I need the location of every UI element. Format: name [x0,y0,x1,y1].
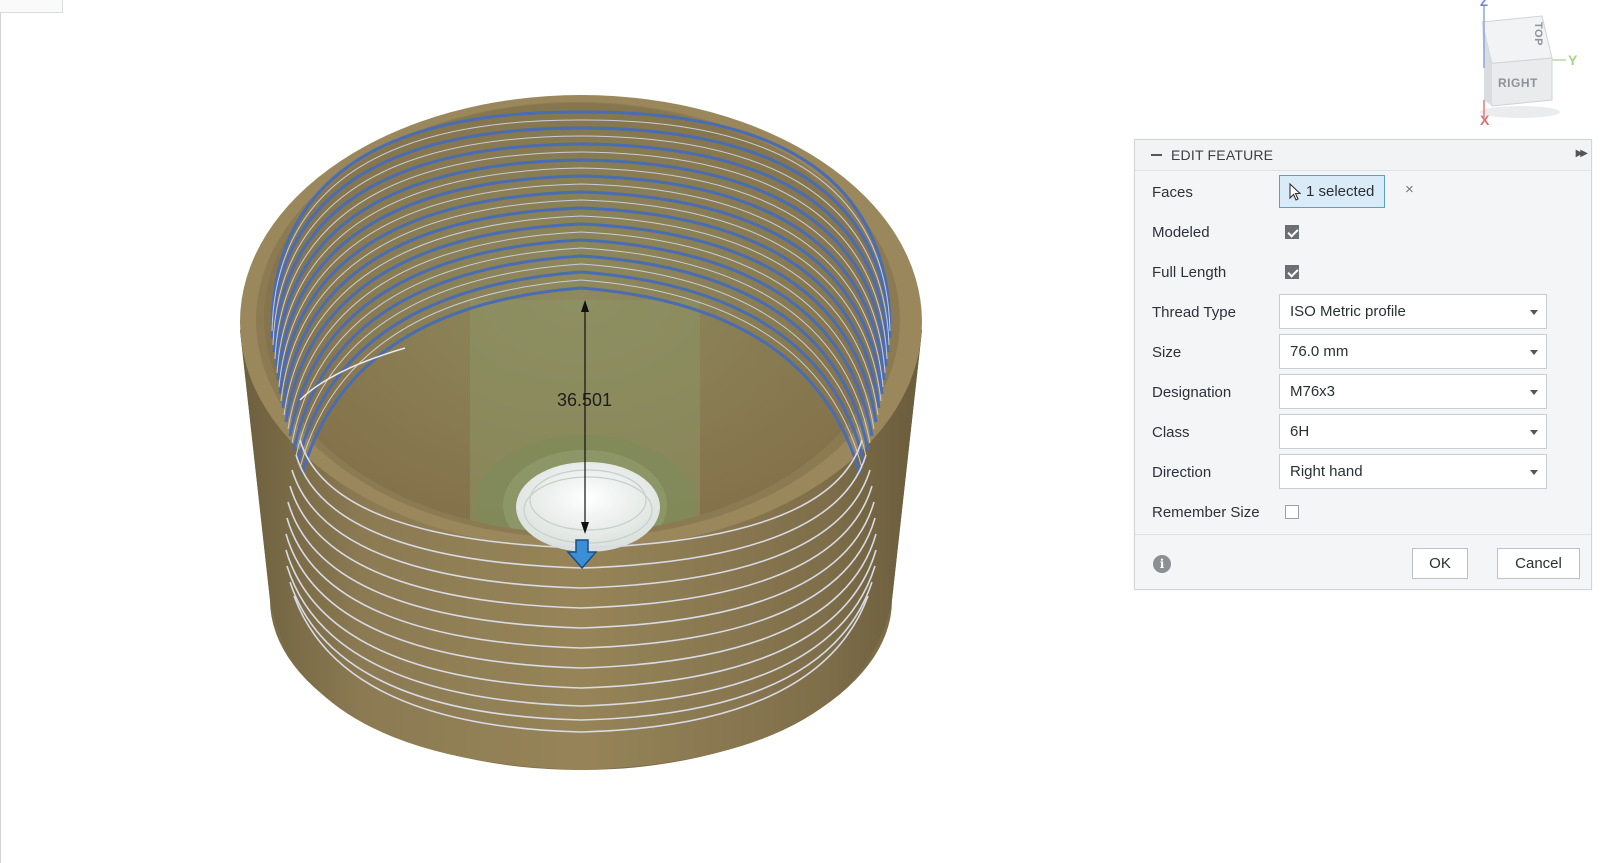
collapse-icon[interactable] [1149,145,1163,165]
modeled-row: Modeled [1135,212,1591,252]
dropdown-arrow-icon [1530,350,1538,355]
dropdown-arrow-icon [1530,390,1538,395]
designation-label: Designation [1152,383,1232,401]
modeled-checkbox[interactable] [1285,225,1299,239]
remember-size-checkbox[interactable] [1285,505,1299,519]
thread-type-label: Thread Type [1152,303,1236,321]
direction-dropdown[interactable]: Right hand [1279,454,1547,489]
thread-model[interactable] [0,0,1000,863]
panel-title: EDIT FEATURE [1171,147,1274,163]
size-label: Size [1152,343,1182,361]
designation-value: M76x3 [1290,383,1336,400]
designation-row: Designation M76x3 [1135,372,1591,412]
edit-feature-panel: EDIT FEATURE ▶▶ Faces 1 selected × Model… [1134,139,1592,590]
size-dropdown[interactable]: 76.0 mm [1279,334,1547,369]
thread-type-dropdown[interactable]: ISO Metric profile [1279,294,1547,329]
faces-selection-count: 1 selected [1306,183,1375,200]
class-value: 6H [1290,423,1310,440]
class-label: Class [1152,423,1190,441]
clear-selection-icon[interactable]: × [1405,181,1414,198]
axis-z-label: Z [1480,0,1489,9]
dropdown-arrow-icon [1530,470,1538,475]
direction-row: Direction Right hand [1135,452,1591,492]
full-length-checkbox[interactable] [1285,265,1299,279]
size-value: 76.0 mm [1290,343,1349,360]
remember-size-label: Remember Size [1152,503,1260,521]
dropdown-arrow-icon [1530,310,1538,315]
panel-header: EDIT FEATURE ▶▶ [1135,140,1591,171]
class-dropdown[interactable]: 6H [1279,414,1547,449]
full-length-row: Full Length [1135,252,1591,292]
panel-footer: i OK Cancel [1135,534,1591,590]
ok-button[interactable]: OK [1412,548,1468,579]
axis-y-label: Y [1568,52,1578,68]
thread-type-value: ISO Metric profile [1290,303,1406,320]
remember-size-row: Remember Size [1135,492,1591,532]
class-row: Class 6H [1135,412,1591,452]
view-cube-top[interactable]: TOP [1532,22,1544,46]
dimension-value[interactable]: 36.501 [557,390,612,411]
dropdown-arrow-icon [1530,430,1538,435]
view-cube[interactable]: TOP RIGHT Z Y X [1440,0,1590,130]
modeled-label: Modeled [1152,223,1210,241]
info-icon[interactable]: i [1153,555,1171,573]
faces-label: Faces [1152,183,1193,201]
designation-dropdown[interactable]: M76x3 [1279,374,1547,409]
faces-row: Faces 1 selected × [1135,172,1591,212]
direction-label: Direction [1152,463,1212,481]
direction-value: Right hand [1290,463,1363,480]
pointer-cursor-icon [1289,182,1302,201]
thread-type-row: Thread Type ISO Metric profile [1135,292,1591,332]
bottom-hole[interactable] [516,462,660,552]
faces-selection-button[interactable]: 1 selected [1279,175,1385,208]
size-row: Size 76.0 mm [1135,332,1591,372]
axis-x-label: X [1480,112,1490,128]
view-cube-right[interactable]: RIGHT [1498,76,1538,90]
cancel-button[interactable]: Cancel [1497,548,1580,579]
full-length-label: Full Length [1152,263,1227,281]
expand-panel-icon[interactable]: ▶▶ [1576,148,1589,159]
